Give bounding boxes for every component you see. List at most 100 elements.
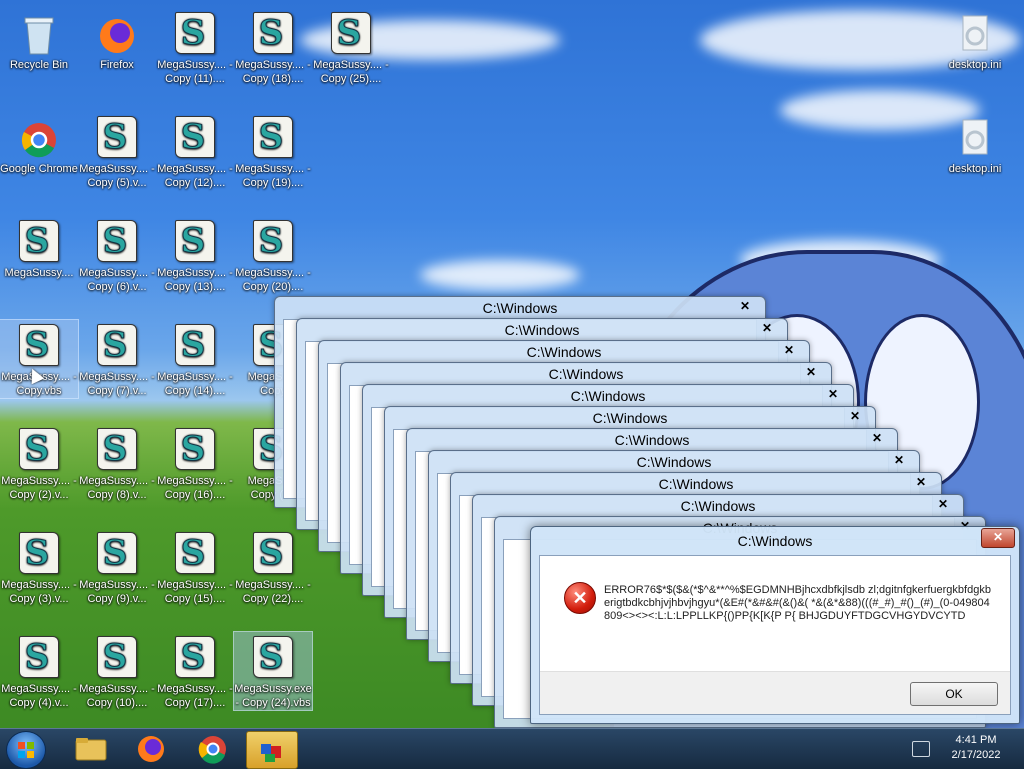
close-icon[interactable]: ✕ [777, 343, 801, 359]
close-icon[interactable]: ✕ [843, 409, 867, 425]
close-icon[interactable]: ✕ [755, 321, 779, 337]
desktop-icon-vbs[interactable]: S MegaSussy.... - Copy (2).v... [0, 424, 78, 502]
vbs-icon: S [175, 12, 215, 56]
desktop-icon-vbs[interactable]: S MegaSussy.... - Copy.vbs [0, 319, 79, 399]
vbs-icon: S [175, 220, 215, 264]
desktop-icon-vbs[interactable]: S MegaSussy.... - Copy (3).v... [0, 528, 78, 606]
desktop-icon-label: MegaSussy.... - Copy (9).v... [79, 579, 155, 605]
desktop-icon-label: MegaSussy.... - Copy (25).... [313, 59, 389, 85]
desktop-icon-label: desktop.ini [948, 59, 1002, 71]
desktop-icon-label: MegaSussy.... - Copy (4).v... [1, 683, 77, 709]
desktop-icon-label: MegaSussy.... - Copy (15).... [157, 579, 233, 605]
vbs-icon: S [175, 428, 215, 472]
desktop-icon-label: MegaSussy.... - Copy (6).v... [79, 267, 155, 293]
desktop-icon-vbs[interactable]: S MegaSussy.... - Copy (5).v... [78, 112, 156, 190]
desktop-icon-vbs[interactable]: S MegaSussy.... - Copy (7).v... [78, 320, 156, 398]
desktop-icon-vbs[interactable]: S MegaSussy.... - Copy (9).v... [78, 528, 156, 606]
close-icon[interactable]: ✕ [865, 431, 889, 447]
desktop-icon-vbs[interactable]: S MegaSussy.... - Copy (10).... [78, 632, 156, 710]
window-title: C:\Windows [482, 300, 558, 316]
vbs-icon: S [19, 220, 59, 264]
desktop-icon-vbs[interactable]: S MegaSussy.... - Copy (4).v... [0, 632, 78, 710]
cloud [420, 260, 580, 290]
close-icon[interactable]: ✕ [799, 365, 823, 381]
desktop-icon-chrome[interactable]: Google Chrome [0, 112, 78, 176]
close-icon[interactable]: ✕ [887, 453, 911, 469]
window-title: C:\Windows [504, 322, 580, 338]
desktop-icon-label: Google Chrome [0, 163, 78, 175]
desktop-icon-vbs[interactable]: S MegaSussy.... - Copy (25).... [312, 8, 390, 86]
window-title: C:\Windows [658, 476, 734, 492]
error-dialog[interactable]: C:\Windows ✕ ✕ ERROR76$*$($&(*$^&**^%$EG… [530, 526, 1020, 724]
desktop-icon-recycle-bin[interactable]: Recycle Bin [0, 8, 78, 72]
desktop-icon-label: MegaSussy.... - Copy (10).... [79, 683, 155, 709]
desktop-icon-ini[interactable]: desktop.ini [936, 8, 1014, 72]
window-title: C:\Windows [526, 344, 602, 360]
desktop-icon-vbs[interactable]: S MegaSussy.... - Copy (13).... [156, 216, 234, 294]
desktop-icon-label: Firefox [100, 59, 134, 71]
error-icon: ✕ [564, 582, 596, 614]
desktop-icon-label: MegaSussy.... - Copy (5).v... [79, 163, 155, 189]
close-icon[interactable]: ✕ [931, 497, 955, 513]
clock-date: 2/17/2022 [951, 749, 1001, 761]
desktop-icon-vbs[interactable]: S MegaSussy.... - Copy (16).... [156, 424, 234, 502]
desktop-icon-vbs[interactable]: S MegaSussy.... - Copy (19).... [234, 112, 312, 190]
desktop-icon-vbs[interactable]: S MegaSussy.... - Copy (15).... [156, 528, 234, 606]
desktop-icon-label: MegaSussy.... - Copy (18).... [235, 59, 311, 85]
desktop-icon-ini[interactable]: desktop.ini [936, 112, 1014, 176]
desktop-icon-vbs[interactable]: S MegaSussy.... - Copy (17).... [156, 632, 234, 710]
taskbar-file-explorer[interactable] [66, 731, 116, 767]
desktop-icon-vbs[interactable]: S MegaSussy.... - Copy (22).... [234, 528, 312, 606]
vbs-icon: S [97, 324, 137, 368]
vbs-icon: S [97, 116, 137, 160]
taskbar-vbs-script-host[interactable] [246, 731, 298, 769]
desktop-icon-vbs[interactable]: S MegaSussy.... - Copy (12).... [156, 112, 234, 190]
start-button[interactable] [6, 731, 46, 769]
desktop-icon-label: MegaSussy.... [4, 267, 74, 279]
taskbar-firefox[interactable] [126, 731, 176, 767]
vbs-icon: S [253, 220, 293, 264]
desktop-icon-vbs[interactable]: S MegaSussy.... [0, 216, 78, 280]
taskbar: 4:41 PM 2/17/2022 [0, 728, 1024, 769]
ok-button[interactable]: OK [910, 682, 998, 706]
close-icon[interactable]: ✕ [733, 299, 757, 315]
vbs-icon: S [331, 12, 371, 56]
dialog-close-button[interactable]: ✕ [981, 528, 1015, 548]
vbs-icon: S [253, 116, 293, 160]
desktop-icon-vbs[interactable]: S MegaSussy.... - Copy (14).... [156, 320, 234, 398]
desktop-icon-vbs[interactable]: S MegaSussy.... - Copy (8).v... [78, 424, 156, 502]
vbs-icon: S [19, 636, 59, 680]
window-title: C:\Windows [548, 366, 624, 382]
vbs-icon: S [253, 636, 293, 680]
desktop-icon-vbs[interactable]: S MegaSussy.... - Copy (20).... [234, 216, 312, 294]
vbs-icon: S [19, 324, 59, 368]
window-title: C:\Windows [592, 410, 668, 426]
network-icon[interactable] [912, 741, 930, 757]
clock[interactable]: 4:41 PM 2/17/2022 [936, 733, 1016, 763]
desktop-icon-label: MegaSussy.... - Copy (17).... [157, 683, 233, 709]
desktop-icon-vbs[interactable]: S MegaSussy.exe - Copy (24).vbs [233, 631, 313, 711]
desktop-icon-label: MegaSussy.... - Copy (2).v... [1, 475, 77, 501]
close-icon[interactable]: ✕ [821, 387, 845, 403]
desktop-icon-label: MegaSussy.... - Copy (20).... [235, 267, 311, 293]
window-title: C:\Windows [614, 432, 690, 448]
desktop-icon-label: MegaSussy.... - Copy (22).... [235, 579, 311, 605]
vbs-icon: S [19, 532, 59, 576]
desktop-icon-vbs[interactable]: S MegaSussy.... - Copy (11).... [156, 8, 234, 86]
vbs-icon: S [253, 532, 293, 576]
close-icon[interactable]: ✕ [909, 475, 933, 491]
desktop-icon-label: MegaSussy.... - Copy (7).v... [79, 371, 155, 397]
taskbar-chrome[interactable] [188, 731, 238, 767]
desktop-icon-label: MegaSussy.... - Copy (14).... [157, 371, 233, 397]
vbs-icon: S [97, 220, 137, 264]
desktop-icon-label: desktop.ini [948, 163, 1002, 175]
desktop-icon-firefox[interactable]: Firefox [78, 8, 156, 72]
chrome-icon [198, 736, 226, 764]
dialog-content: ✕ ERROR76$*$($&(*$^&**^%$EGDMNHBjhcxdbfk… [539, 555, 1011, 715]
desktop-icon-label: MegaSussy.... - Copy (12).... [157, 163, 233, 189]
dialog-title: C:\Windows [737, 533, 813, 549]
ini-icon [955, 116, 995, 160]
desktop-icon-vbs[interactable]: S MegaSussy.... - Copy (18).... [234, 8, 312, 86]
desktop-icon-vbs[interactable]: S MegaSussy.... - Copy (6).v... [78, 216, 156, 294]
ini-icon [955, 12, 995, 56]
